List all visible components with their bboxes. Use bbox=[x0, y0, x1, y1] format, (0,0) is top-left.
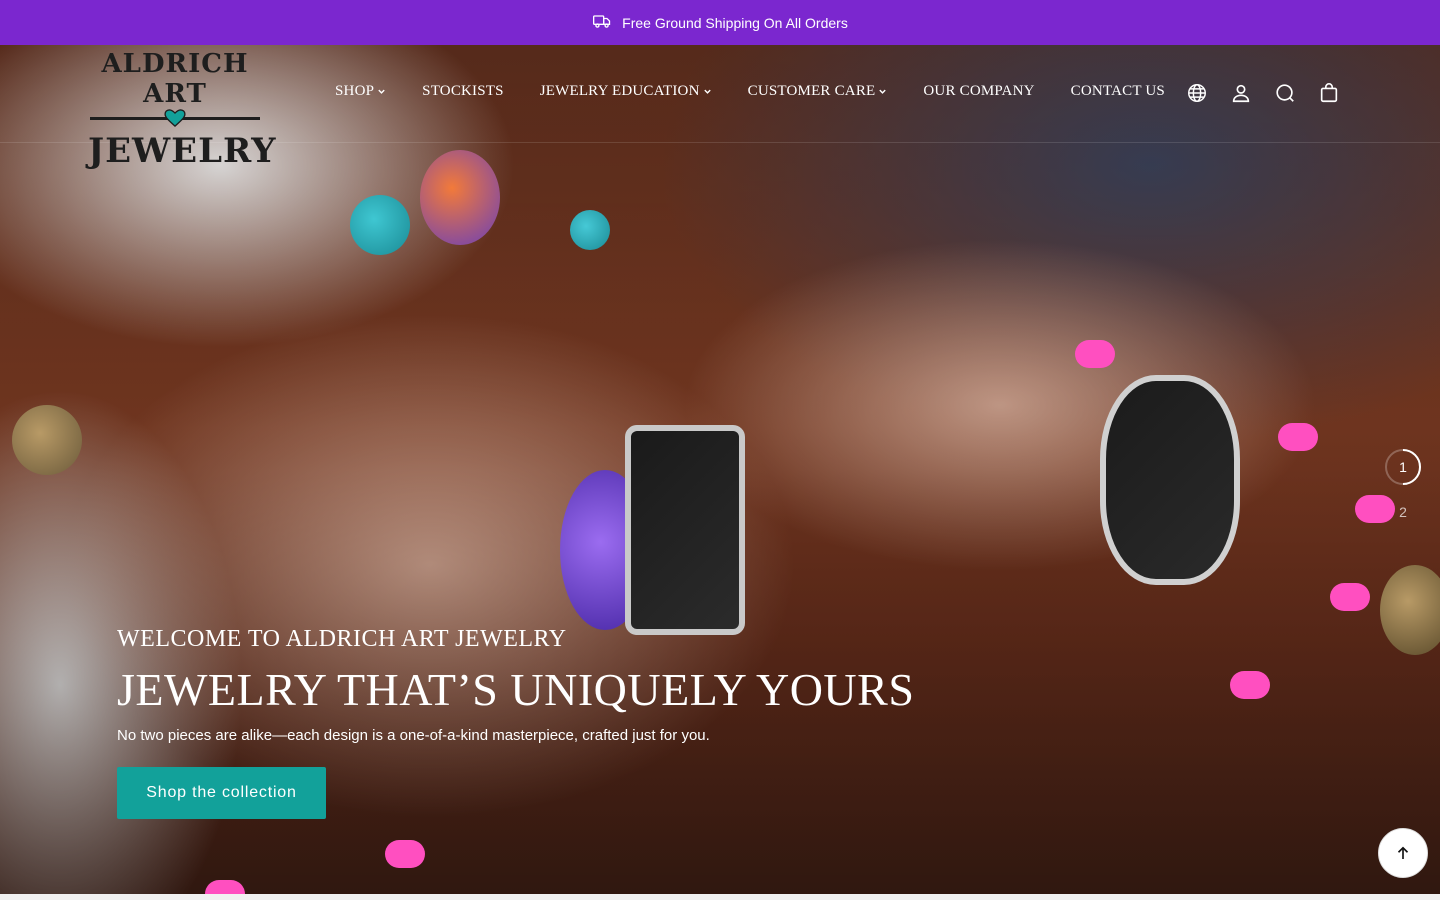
slide-2-button[interactable]: 2 bbox=[1384, 504, 1422, 524]
progress-ring-icon bbox=[1385, 449, 1421, 485]
nav-our-company[interactable]: OUR COMPANY bbox=[923, 83, 1034, 100]
nav-shop[interactable]: SHOP bbox=[335, 83, 386, 100]
brand-logo[interactable]: ALDRICH ART JEWELRY bbox=[88, 49, 276, 169]
header-icons bbox=[1186, 82, 1340, 104]
hero-headline: JEWELRY THAT’S UNIQUELY YOURS bbox=[117, 664, 915, 715]
chevron-down-icon bbox=[703, 89, 711, 94]
nav-label: SHOP bbox=[335, 83, 375, 99]
search-icon[interactable] bbox=[1274, 82, 1296, 104]
logo-arrow-divider bbox=[88, 109, 262, 127]
cart-icon[interactable] bbox=[1318, 82, 1340, 104]
heart-icon bbox=[164, 109, 186, 127]
shop-collection-button[interactable]: Shop the collection bbox=[117, 767, 326, 819]
nav-jewelry-education[interactable]: JEWELRY EDUCATION bbox=[540, 83, 712, 100]
logo-line-1: ALDRICH ART bbox=[101, 49, 249, 109]
main-nav: SHOP STOCKISTS JEWELRY EDUCATION CUSTOME… bbox=[335, 83, 1201, 100]
page-bottom-strip bbox=[0, 894, 1440, 900]
chevron-down-icon bbox=[378, 89, 385, 94]
globe-icon[interactable] bbox=[1186, 82, 1208, 104]
site-header: ALDRICH ART JEWELRY SHOP STOCKISTS JEWEL… bbox=[0, 45, 1440, 169]
chevron-down-icon bbox=[879, 89, 887, 94]
nav-contact-us[interactable]: CONTACT US bbox=[1071, 83, 1165, 100]
slide-1-button[interactable]: 1 bbox=[1384, 448, 1422, 486]
hero-subtext: No two pieces are alike—each design is a… bbox=[117, 727, 710, 744]
nav-customer-care[interactable]: CUSTOMER CARE bbox=[748, 83, 888, 100]
back-to-top-button[interactable] bbox=[1378, 828, 1428, 878]
announcement-text: Free Ground Shipping On All Orders bbox=[622, 14, 848, 31]
logo-line-2: JEWELRY bbox=[88, 131, 277, 171]
account-icon[interactable] bbox=[1230, 82, 1252, 104]
nav-label: CONTACT US bbox=[1070, 83, 1165, 99]
arrow-up-icon bbox=[1397, 846, 1409, 859]
nav-stockists[interactable]: STOCKISTS bbox=[422, 83, 504, 100]
nav-label: OUR COMPANY bbox=[923, 83, 1035, 99]
hero-content: WELCOME TO ALDRICH ART JEWELRY JEWELRY T… bbox=[117, 623, 914, 819]
nav-label: STOCKISTS bbox=[422, 83, 504, 99]
nav-label: CUSTOMER CARE bbox=[747, 83, 876, 99]
hero-kicker: WELCOME TO ALDRICH ART JEWELRY bbox=[117, 626, 567, 652]
nav-label: JEWELRY EDUCATION bbox=[539, 83, 700, 99]
truck-icon bbox=[592, 11, 612, 34]
announcement-bar: Free Ground Shipping On All Orders bbox=[0, 0, 1440, 45]
